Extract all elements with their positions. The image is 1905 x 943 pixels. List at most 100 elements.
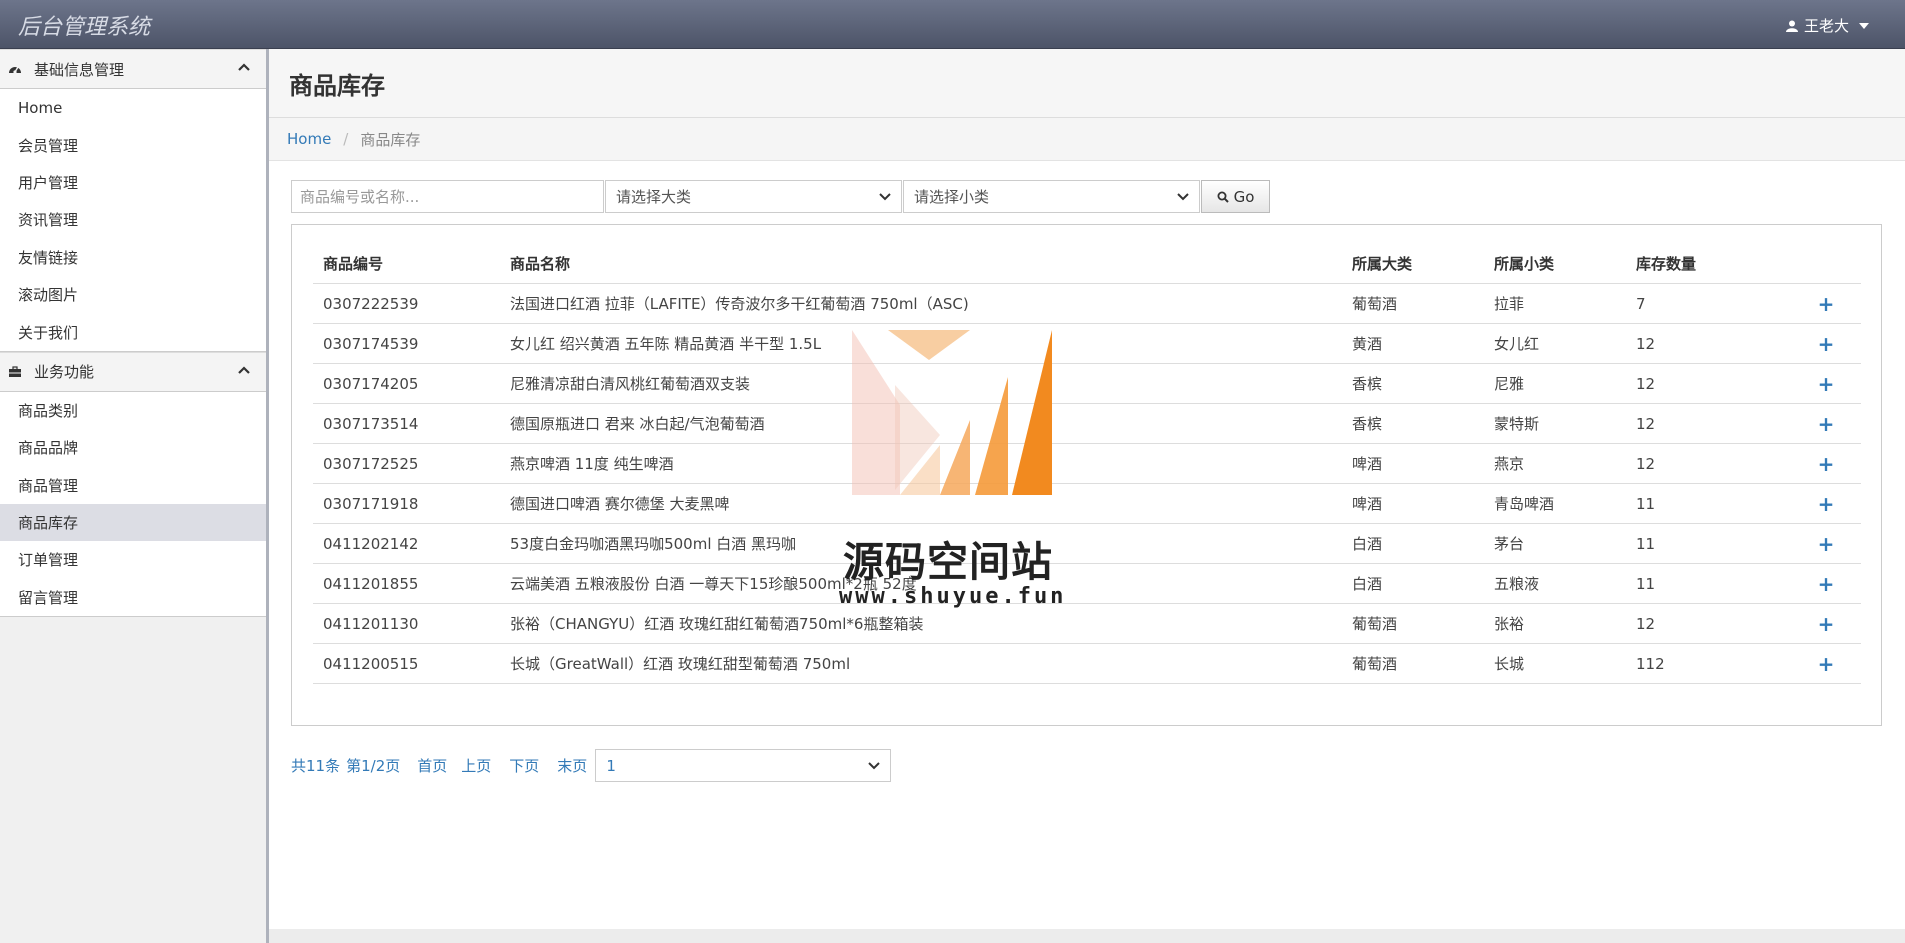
pager-first-link[interactable]: 首页 (417, 755, 447, 776)
sidebar-list-business: 商品类别 商品品牌 商品管理 商品库存 订单管理 留言管理 (0, 391, 266, 618)
cell-stock: 7 (1626, 283, 1791, 324)
sidebar-section-basic[interactable]: 基础信息管理 (0, 49, 266, 89)
user-icon (1785, 20, 1798, 32)
inventory-table: 商品编号 商品名称 所属大类 所属小类 库存数量 0307222539 法国进口红… (313, 243, 1861, 684)
cell-category: 黄酒 (1342, 323, 1484, 364)
sidebar-item-members[interactable]: 会员管理 (0, 126, 266, 163)
cell-subcategory: 茅台 (1484, 523, 1626, 564)
cell-name: 张裕（CHANGYU）红酒 玫瑰红甜红葡萄酒750ml*6瓶整箱装 (500, 603, 1342, 644)
add-stock-button[interactable]: + (1818, 492, 1835, 516)
cell-action: + (1791, 283, 1861, 324)
subcategory-select-value: 请选择小类 (914, 188, 990, 206)
sidebar-item-products[interactable]: 商品管理 (0, 467, 266, 504)
cell-subcategory: 青岛啤酒 (1484, 483, 1626, 524)
cell-code: 0411201130 (313, 603, 500, 644)
cell-stock: 12 (1626, 443, 1791, 484)
user-name: 王老大 (1803, 17, 1849, 35)
cell-action: + (1791, 323, 1861, 364)
cell-subcategory: 尼雅 (1484, 363, 1626, 404)
top-navbar: 后台管理系统 王老大 (0, 0, 1905, 49)
table-header-row: 商品编号 商品名称 所属大类 所属小类 库存数量 (313, 243, 1861, 284)
table-row: 0411202142 53度白金玛咖酒黑玛咖500ml 白酒 黑玛咖 白酒 茅台 11 + (313, 523, 1861, 564)
chevron-up-icon (238, 63, 250, 71)
briefcase-icon (9, 366, 21, 377)
sidebar-section-title: 基础信息管理 (34, 60, 125, 79)
sidebar-section-title: 业务功能 (34, 363, 95, 382)
go-button[interactable]: Go (1201, 180, 1270, 213)
sidebar-item-carousel[interactable]: 滚动图片 (0, 276, 266, 313)
sidebar-item-home[interactable]: Home (0, 89, 266, 126)
breadcrumb-home-link[interactable]: Home (287, 130, 331, 148)
cell-category: 香槟 (1342, 363, 1484, 404)
cell-name: 长城（GreatWall）红酒 玫瑰红甜型葡萄酒 750ml (500, 643, 1342, 684)
cell-action: + (1791, 443, 1861, 484)
breadcrumb-current: 商品库存 (360, 130, 421, 149)
chevron-down-icon (1177, 192, 1189, 200)
page-number-select[interactable]: 1 (595, 749, 892, 782)
sidebar-item-messages[interactable]: 留言管理 (0, 579, 266, 616)
pager-page-info: 第1/2页 (346, 757, 401, 775)
add-stock-button[interactable]: + (1818, 572, 1835, 596)
add-stock-button[interactable]: + (1818, 332, 1835, 356)
cell-stock: 11 (1626, 563, 1791, 604)
sidebar-section-business[interactable]: 业务功能 (0, 351, 266, 392)
sidebar-item-brands[interactable]: 商品品牌 (0, 429, 266, 466)
category-select-value: 请选择大类 (616, 188, 692, 206)
col-header-code: 商品编号 (313, 243, 500, 284)
cell-name: 德国进口啤酒 赛尔德堡 大麦黑啤 (500, 483, 1342, 524)
caret-down-icon (1859, 22, 1869, 29)
cell-stock: 12 (1626, 363, 1791, 404)
chevron-up-icon (238, 366, 250, 374)
pager-next-link[interactable]: 下页 (509, 755, 539, 776)
sidebar-item-about[interactable]: 关于我们 (0, 313, 266, 350)
col-header-action (1791, 243, 1861, 284)
pager-last-link[interactable]: 末页 (557, 755, 587, 776)
cell-action: + (1791, 603, 1861, 644)
sidebar-item-categories[interactable]: 商品类别 (0, 392, 266, 429)
subcategory-select[interactable]: 请选择小类 (903, 180, 1200, 213)
add-stock-button[interactable]: + (1818, 612, 1835, 636)
table-row: 0411201130 张裕（CHANGYU）红酒 玫瑰红甜红葡萄酒750ml*6瓶… (313, 603, 1861, 644)
sidebar-item-news[interactable]: 资讯管理 (0, 201, 266, 238)
cell-action: + (1791, 363, 1861, 404)
cell-stock: 112 (1626, 643, 1791, 684)
cell-action: + (1791, 523, 1861, 564)
table-row: 0307171918 德国进口啤酒 赛尔德堡 大麦黑啤 啤酒 青岛啤酒 11 + (313, 483, 1861, 524)
sidebar-item-inventory[interactable]: 商品库存 (0, 503, 266, 542)
filter-bar: 请选择大类 请选择小类 Go (291, 180, 1270, 213)
page-title: 商品库存 (289, 71, 385, 100)
pager-prev-link[interactable]: 上页 (461, 755, 491, 776)
table-row: 0307174539 女儿红 绍兴黄酒 五年陈 精品黄酒 半干型 1.5L 黄酒 女儿… (313, 323, 1861, 364)
cell-stock: 12 (1626, 323, 1791, 364)
chevron-down-icon (868, 761, 881, 769)
add-stock-button[interactable]: + (1818, 652, 1835, 676)
sidebar-item-orders[interactable]: 订单管理 (0, 541, 266, 578)
cell-code: 0307174205 (313, 363, 500, 404)
cell-name: 德国原瓶进口 君来 冰白起/气泡葡萄酒 (500, 403, 1342, 444)
cell-action: + (1791, 643, 1861, 684)
category-select[interactable]: 请选择大类 (605, 180, 902, 213)
add-stock-button[interactable]: + (1818, 412, 1835, 436)
col-header-stock: 库存数量 (1626, 243, 1791, 284)
add-stock-button[interactable]: + (1818, 372, 1835, 396)
cell-code: 0307172525 (313, 443, 500, 484)
cell-subcategory: 女儿红 (1484, 323, 1626, 364)
cell-category: 葡萄酒 (1342, 283, 1484, 324)
user-menu[interactable]: 王老大 (1785, 15, 1869, 36)
chevron-down-icon (879, 192, 891, 200)
cell-category: 香槟 (1342, 403, 1484, 444)
search-input[interactable] (291, 180, 604, 213)
cell-action: + (1791, 483, 1861, 524)
app-title: 后台管理系统 (18, 15, 151, 40)
cell-category: 啤酒 (1342, 483, 1484, 524)
cell-code: 0307173514 (313, 403, 500, 444)
add-stock-button[interactable]: + (1818, 532, 1835, 556)
cell-subcategory: 拉菲 (1484, 283, 1626, 324)
add-stock-button[interactable]: + (1818, 452, 1835, 476)
cell-name: 尼雅清凉甜白清风桃红葡萄酒双支装 (500, 363, 1342, 404)
add-stock-button[interactable]: + (1818, 292, 1835, 316)
cell-code: 0307171918 (313, 483, 500, 524)
sidebar-item-users[interactable]: 用户管理 (0, 164, 266, 201)
search-icon (1217, 191, 1229, 203)
sidebar-item-links[interactable]: 友情链接 (0, 239, 266, 276)
